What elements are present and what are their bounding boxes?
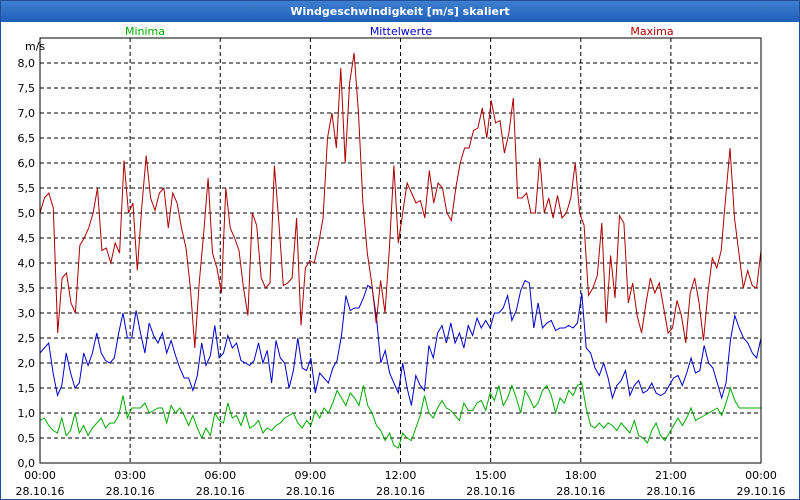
y-tick-label: 1,0 [18,407,36,420]
chart-grid [40,38,761,463]
legend-minima: Minima [125,25,165,38]
x-tick-time: 18:00 [565,469,597,482]
wind-speed-chart: Minima Mittelwerte Maxima m/s 0,00,51,01,5… [16,25,786,498]
y-tick-label: 2,0 [18,357,36,370]
x-tick-time: 06:00 [204,469,236,482]
y-tick-label: 5,0 [18,207,36,220]
x-tick-time: 00:00 [24,469,56,482]
legend-mittelwerte: Mittelwerte [370,25,433,38]
y-tick-label: 0,5 [18,432,36,445]
x-tick-date: 29.10.16 [737,485,786,498]
y-tick-label: 4,5 [18,232,36,245]
x-tick-date: 28.10.16 [376,485,425,498]
chart-legend: Minima Mittelwerte Maxima [125,25,674,38]
x-tick-date: 28.10.16 [466,485,515,498]
x-tick-date: 28.10.16 [196,485,245,498]
x-tick-time: 15:00 [475,469,507,482]
y-tick-label: 4,0 [18,257,36,270]
y-tick-label: 7,0 [18,107,36,120]
y-tick-label: 5,5 [18,182,36,195]
y-axis-label: m/s [25,40,45,53]
y-tick-label: 8,0 [18,57,36,70]
y-tick-label: 7,5 [18,82,36,95]
y-tick-label: 1,5 [18,382,36,395]
x-tick-date: 28.10.16 [556,485,605,498]
x-tick-time: 21:00 [655,469,687,482]
x-axis-ticks: 00:00 28.10.16 03:00 28.10.16 06:00 28.10.16 0… [16,469,786,498]
legend-maxima: Maxima [630,25,673,38]
x-tick-time: 12:00 [385,469,417,482]
x-tick-time: 00:00 [745,469,777,482]
x-tick-time: 03:00 [114,469,146,482]
y-tick-label: 6,5 [18,132,36,145]
x-tick-time: 09:00 [295,469,327,482]
y-axis-ticks: 0,00,51,01,52,02,53,03,54,04,55,05,56,06… [18,57,36,470]
y-tick-label: 2,5 [18,332,36,345]
x-tick-date: 28.10.16 [286,485,335,498]
y-tick-label: 3,5 [18,282,36,295]
x-tick-date: 28.10.16 [16,485,65,498]
x-tick-date: 28.10.16 [646,485,695,498]
x-tick-date: 28.10.16 [106,485,155,498]
y-tick-label: 6,0 [18,157,36,170]
y-tick-label: 3,0 [18,307,36,320]
